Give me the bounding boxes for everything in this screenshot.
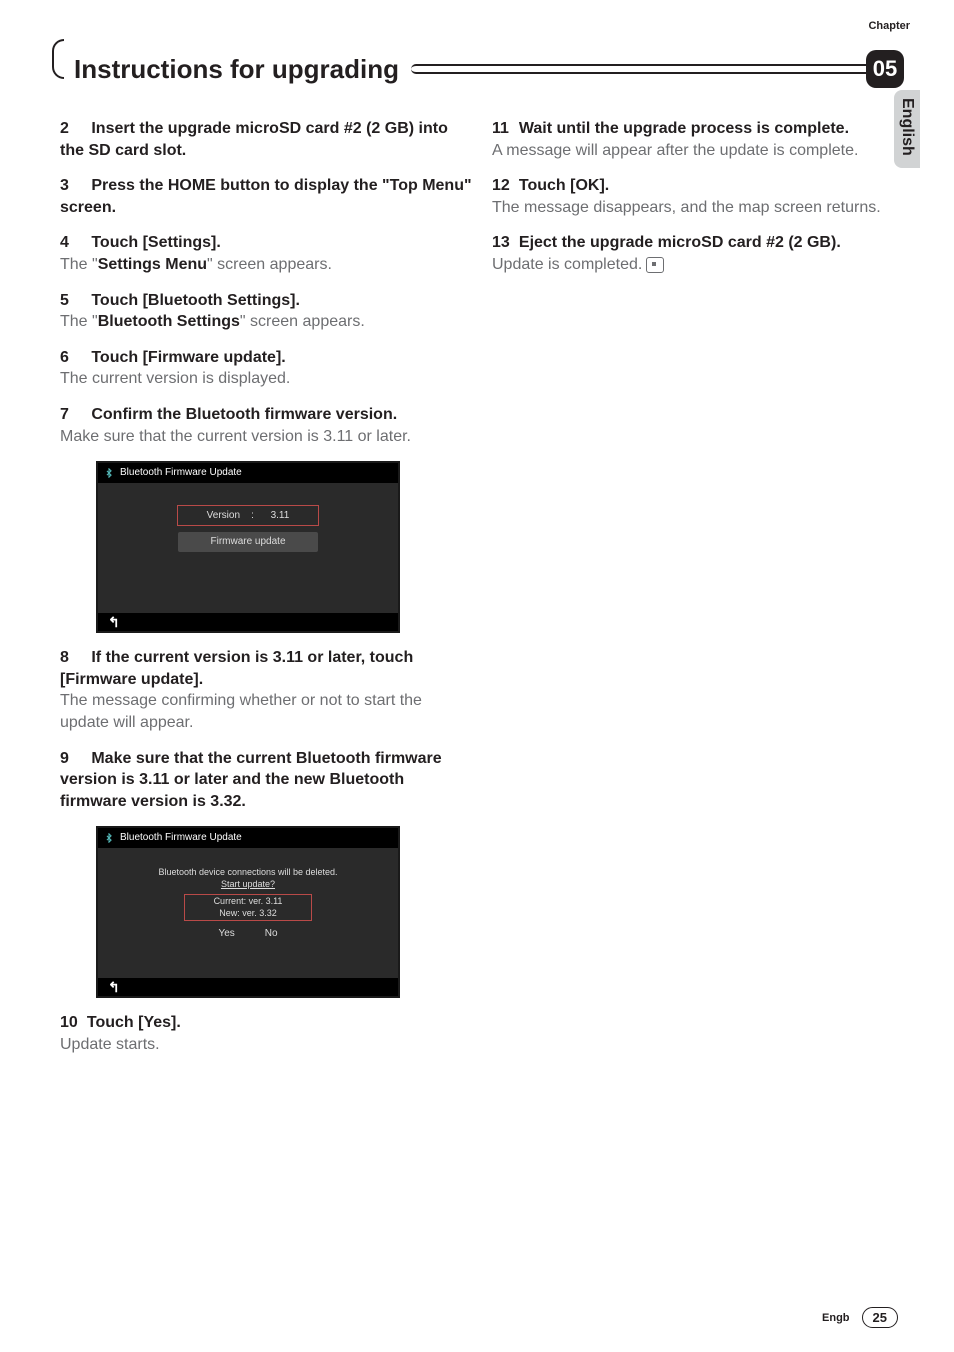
- step-3: 3 Press the HOME button to display the "…: [60, 175, 472, 218]
- firmware-update-button: Firmware update: [178, 532, 318, 552]
- step-8: 8 If the current version is 3.11 or late…: [60, 647, 472, 733]
- confirm-message-line1: Bluetooth device connections will be del…: [98, 866, 398, 878]
- chapter-label: Chapter: [868, 20, 910, 32]
- footer-page-number: 25: [862, 1307, 898, 1328]
- step-2: 2 Insert the upgrade microSD card #2 (2 …: [60, 118, 472, 161]
- confirm-message-line2: Start update?: [98, 878, 398, 890]
- back-icon: ↰: [108, 978, 120, 997]
- step-7: 7 Confirm the Bluetooth firmware version…: [60, 404, 472, 447]
- language-tab: English: [894, 90, 920, 168]
- page-footer: Engb 25: [822, 1307, 898, 1328]
- step-13: 13 Eject the upgrade microSD card #2 (2 …: [492, 232, 904, 275]
- end-section-icon: [646, 257, 664, 273]
- back-icon: ↰: [108, 613, 120, 632]
- step-12: 12 Touch [OK]. The message disappears, a…: [492, 175, 904, 218]
- bluetooth-icon: [104, 833, 114, 843]
- right-column: 11 Wait until the upgrade process is com…: [492, 118, 904, 1069]
- footer-language-code: Engb: [822, 1312, 850, 1324]
- screenshot-firmware-version: Bluetooth Firmware Update Version : 3.11…: [96, 461, 400, 633]
- yes-button: Yes: [218, 927, 234, 941]
- screenshot-title: Bluetooth Firmware Update: [120, 831, 242, 845]
- step-4: 4 Touch [Settings]. The "Settings Menu" …: [60, 232, 472, 275]
- step-9: 9 Make sure that the current Bluetooth f…: [60, 748, 472, 813]
- version-display: Version : 3.11: [177, 505, 319, 527]
- step-10: 10 Touch [Yes]. Update starts.: [60, 1012, 472, 1055]
- step-5: 5 Touch [Bluetooth Settings]. The "Bluet…: [60, 290, 472, 333]
- screenshot-title: Bluetooth Firmware Update: [120, 466, 242, 480]
- left-column: 2 Insert the upgrade microSD card #2 (2 …: [60, 118, 472, 1069]
- no-button: No: [265, 927, 278, 941]
- version-compare-box: Current: ver. 3.11 New: ver. 3.32: [184, 894, 312, 921]
- chapter-number-badge: 05: [866, 50, 904, 88]
- screenshot-confirm-update: Bluetooth Firmware Update Bluetooth devi…: [96, 826, 400, 998]
- page-title: Instructions for upgrading: [74, 54, 399, 84]
- bluetooth-icon: [104, 468, 114, 478]
- step-11: 11 Wait until the upgrade process is com…: [492, 118, 904, 161]
- title-bar: Instructions for upgrading 05: [60, 50, 904, 88]
- step-6: 6 Touch [Firmware update]. The current v…: [60, 347, 472, 390]
